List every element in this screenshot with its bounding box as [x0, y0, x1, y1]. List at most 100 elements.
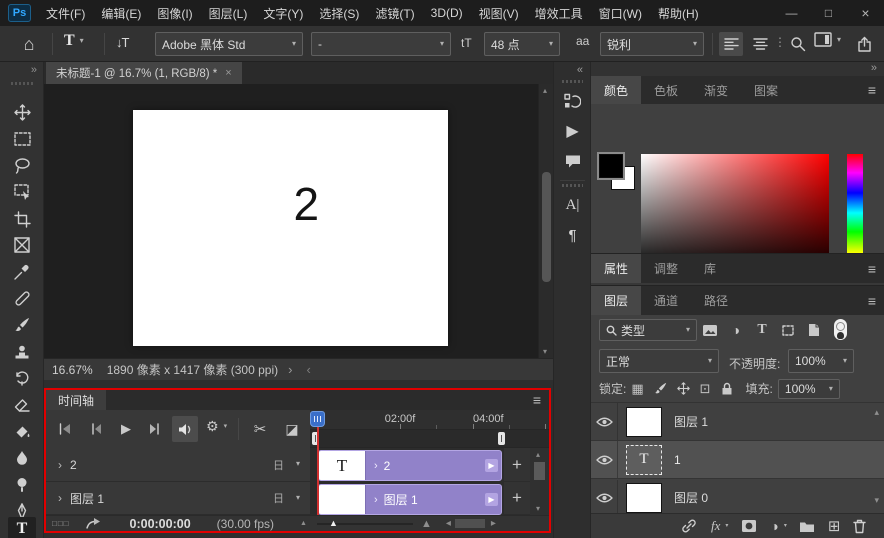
crop-tool[interactable] [8, 207, 36, 231]
blur-tool[interactable] [8, 446, 36, 470]
maximize-button[interactable]: □ [810, 0, 847, 26]
menu-item-edit[interactable]: 编辑(E) [93, 5, 149, 22]
gradient-tool[interactable] [8, 420, 36, 444]
lock-transparency-icon[interactable]: ▦ [631, 381, 643, 397]
menu-item-select[interactable]: 选择(S) [311, 5, 367, 22]
filter-toggle-pill[interactable] [834, 319, 847, 340]
font-size-select[interactable]: 48 点 ▾ [484, 32, 560, 56]
layer-3-thumbnail[interactable] [626, 483, 662, 513]
tab-paths[interactable]: 路径 [691, 286, 741, 315]
document-tab[interactable]: 未标题-1 @ 16.7% (1, RGB/8) * × [46, 62, 242, 84]
anti-alias-select[interactable]: 锐利 ▾ [600, 32, 704, 56]
layer-row-2-selected[interactable]: T 1 [591, 441, 884, 479]
tab-properties[interactable]: 属性 [591, 254, 641, 283]
lock-position-icon[interactable] [677, 382, 690, 395]
track-header-2[interactable]: › 图层 1 日 ▾ [46, 482, 310, 515]
more-options-icon[interactable]: ⋮ [774, 35, 786, 49]
layers-panel-menu-icon[interactable]: ≡ [868, 293, 876, 309]
visibility-eye-icon[interactable] [591, 416, 617, 428]
layer-2-name[interactable]: 1 [674, 453, 681, 467]
tool-preset-type[interactable]: T ▾ [64, 32, 84, 50]
chevron-down-icon[interactable]: ▾ [296, 460, 300, 468]
type-tool[interactable]: T [8, 517, 36, 538]
tab-adjustments[interactable]: 调整 [641, 254, 691, 283]
workspace-switcher[interactable]: ▾ [814, 32, 841, 47]
brush-tool[interactable] [8, 313, 36, 337]
tab-gradients[interactable]: 渐变 [691, 76, 741, 104]
render-icon[interactable] [86, 518, 100, 529]
menu-item-type[interactable]: 文字(Y) [255, 5, 311, 22]
timeline-vscroll-thumb[interactable] [534, 462, 545, 480]
collapse-tools-icon[interactable]: » [31, 64, 37, 76]
menu-item-plugins[interactable]: 增效工具 [527, 5, 591, 22]
link-layers-icon[interactable] [681, 519, 697, 533]
clip-track-2[interactable]: › 图层 1 ▶ [318, 484, 502, 515]
share-icon[interactable] [852, 32, 876, 56]
hscroll-thumb[interactable] [455, 519, 485, 528]
timeline-tab[interactable]: 时间轴 [46, 390, 106, 410]
track-header-1[interactable]: › 2 日 ▾ [46, 448, 310, 482]
filter-shape-layers-icon[interactable] [776, 321, 800, 339]
transition-button[interactable]: ◪ [280, 418, 304, 440]
minimize-button[interactable]: — [773, 0, 810, 26]
menu-item-help[interactable]: 帮助(H) [650, 5, 707, 22]
clip-2-play-icon[interactable]: ▶ [485, 493, 498, 506]
tab-channels[interactable]: 通道 [641, 286, 691, 315]
scroll-up-icon[interactable]: ▴ [543, 86, 547, 95]
first-frame-button[interactable] [54, 418, 76, 440]
add-media-track-1-button[interactable]: + [504, 448, 530, 482]
chevron-down-icon[interactable]: ▾ [296, 494, 300, 502]
clip-track-1[interactable]: T › 2 ▶ [318, 450, 502, 481]
opacity-select[interactable]: 100% ▾ [788, 349, 854, 373]
timeline-menu-icon[interactable]: ≡ [533, 392, 541, 408]
properties-panel-menu-icon[interactable]: ≡ [868, 261, 876, 277]
disclosure-icon[interactable]: › [58, 491, 62, 505]
frame-tool[interactable] [8, 233, 36, 257]
layer-2-type-thumbnail[interactable]: T [626, 445, 662, 475]
zoom-level[interactable]: 16.67% [52, 363, 93, 377]
new-group-icon[interactable] [799, 520, 815, 533]
lock-paint-icon[interactable] [654, 382, 667, 395]
dodge-tool[interactable] [8, 473, 36, 497]
add-media-track-2-button[interactable]: + [504, 482, 530, 515]
status-chevron-left-icon[interactable]: ‹ [306, 362, 310, 377]
zoom-out-icon[interactable]: ▲ [300, 520, 307, 527]
close-tab-icon[interactable]: × [225, 67, 231, 79]
status-chevron-right-icon[interactable]: › [288, 362, 292, 377]
disclosure-icon[interactable]: › [374, 460, 378, 472]
layer-3-name[interactable]: 图层 0 [674, 489, 708, 506]
timeline-settings-button[interactable]: ⚙ ▾ [206, 418, 227, 435]
timeline-ruler[interactable]: 02:00f 04:00f [310, 410, 549, 430]
new-layer-icon[interactable]: ⊞ [828, 517, 841, 535]
clip-1-play-icon[interactable]: ▶ [485, 459, 498, 472]
expand-panels-icon[interactable]: « [577, 64, 583, 76]
menu-item-view[interactable]: 视图(V) [471, 5, 527, 22]
canvas[interactable]: 2 [133, 110, 448, 346]
filter-pixel-layers-icon[interactable] [698, 321, 722, 339]
history-brush-tool[interactable] [8, 366, 36, 390]
scroll-down-icon[interactable]: ▾ [543, 347, 547, 356]
fill-select[interactable]: 100% ▾ [778, 379, 840, 399]
playhead-handle[interactable] [310, 411, 325, 427]
vscroll-thumb[interactable] [542, 172, 551, 282]
previous-frame-button[interactable] [84, 418, 106, 440]
font-style-select[interactable]: - ▾ [311, 32, 451, 56]
tab-color[interactable]: 颜色 [591, 76, 641, 104]
object-selection-tool[interactable] [8, 180, 36, 204]
scroll-down-icon[interactable]: ▾ [536, 504, 540, 513]
clone-stamp-tool[interactable] [8, 340, 36, 364]
tab-patterns[interactable]: 图案 [741, 76, 791, 104]
layer-1-thumbnail[interactable] [626, 407, 662, 437]
filter-smart-objects-icon[interactable] [802, 321, 826, 339]
menu-item-file[interactable]: 文件(F) [38, 5, 93, 22]
delete-layer-icon[interactable] [853, 519, 866, 534]
menu-item-image[interactable]: 图像(I) [149, 5, 200, 22]
menu-item-3d[interactable]: 3D(D) [423, 6, 471, 20]
work-area-end-handle[interactable] [498, 432, 505, 445]
add-mask-icon[interactable] [741, 519, 757, 533]
play-button[interactable]: ▶ [114, 418, 138, 440]
layer-style-fx-icon[interactable]: fx ▾ [711, 518, 728, 534]
align-center-button[interactable] [748, 32, 772, 56]
history-panel-icon[interactable] [559, 88, 586, 114]
tab-layers[interactable]: 图层 [591, 286, 641, 315]
